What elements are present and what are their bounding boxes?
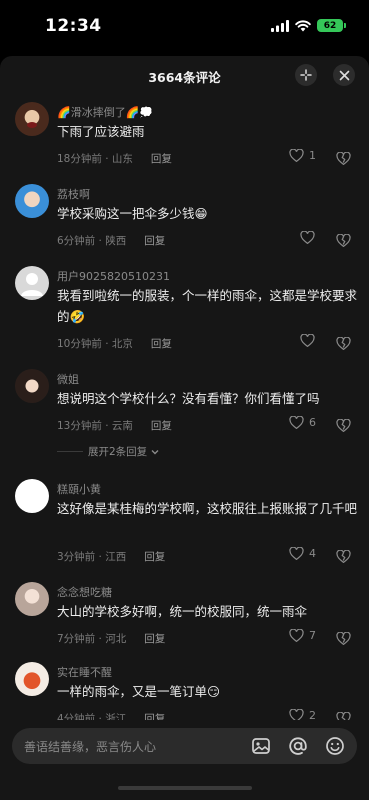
broken-heart-icon — [336, 549, 351, 564]
broken-heart-icon — [336, 418, 351, 433]
comment-meta: 3分钟前 · 江西 回复 — [57, 551, 166, 563]
close-button[interactable] — [333, 64, 355, 86]
like-count: 6 — [309, 416, 316, 429]
comment-meta: 18分钟前 · 山东 回复 — [57, 153, 172, 165]
close-icon — [339, 70, 349, 80]
comment-username[interactable]: 微姐 — [57, 371, 79, 387]
broken-heart-icon — [336, 233, 351, 248]
dislike-button[interactable] — [336, 150, 351, 169]
home-indicator — [118, 786, 252, 790]
comment-username[interactable]: 荔枝啊 — [57, 186, 90, 202]
comment-meta: 10分钟前 · 北京 回复 — [57, 338, 172, 350]
heart-icon — [289, 416, 304, 429]
comment-text: 这好像是某桂梅的学校啊，这校服往上报账报了几千吧 — [57, 501, 358, 516]
heart-icon — [300, 231, 315, 244]
like-button[interactable]: 6 — [289, 416, 316, 429]
avatar[interactable] — [15, 102, 49, 136]
heart-icon — [300, 334, 315, 347]
comment-username[interactable]: 糕頤小黄 — [57, 481, 101, 497]
wifi-icon — [295, 19, 311, 31]
comment-input-placeholder: 善语结善缘，恶言伤人心 — [24, 740, 157, 754]
reply-button[interactable]: 回复 — [144, 551, 165, 563]
broken-heart-icon — [336, 336, 351, 351]
comment-text: 我看到啦统一的服装，个一样的雨伞，这都是学校要求的🤣 — [57, 288, 358, 324]
status-time: 12:34 — [45, 16, 102, 36]
comment-text: 大山的学校多好啊，统一的校服同，统一雨伞 — [57, 604, 308, 619]
dislike-button[interactable] — [336, 417, 351, 436]
reply-button[interactable]: 回复 — [151, 153, 172, 165]
like-button[interactable]: 1 — [289, 149, 316, 162]
expand-divider — [57, 451, 83, 452]
image-icon[interactable] — [250, 735, 272, 757]
comment-location: 河北 — [105, 633, 127, 645]
like-count: 7 — [309, 629, 316, 642]
comment-time: 13分钟前 — [57, 420, 102, 432]
comment-location: 云南 — [111, 420, 133, 432]
comment-meta: 7分钟前 · 河北 回复 — [57, 633, 166, 645]
reply-button[interactable]: 回复 — [151, 338, 172, 350]
comment-location: 江西 — [105, 551, 127, 563]
comment-time: 18分钟前 — [57, 153, 102, 165]
reply-button[interactable]: 回复 — [144, 235, 165, 247]
mention-icon[interactable] — [287, 735, 309, 757]
comment-location: 陕西 — [105, 235, 127, 247]
reply-button[interactable]: 回复 — [151, 420, 172, 432]
status-icons: 62 — [271, 19, 346, 32]
like-button[interactable] — [300, 334, 315, 347]
dislike-button[interactable] — [336, 335, 351, 354]
comment-username[interactable]: 实在睡不醒 — [57, 664, 112, 680]
cellular-signal-icon — [271, 19, 289, 32]
default-avatar-icon — [21, 273, 43, 296]
comment-time: 7分钟前 — [57, 633, 96, 645]
comment-username[interactable]: 🌈滑冰摔倒了🌈💭 — [57, 104, 153, 120]
broken-heart-icon — [336, 631, 351, 646]
heart-icon — [289, 629, 304, 642]
collapse-button[interactable] — [295, 64, 317, 86]
like-count: 1 — [309, 149, 316, 162]
like-button[interactable] — [300, 231, 315, 244]
heart-icon — [289, 149, 304, 162]
sheet-header: 3664条评论 — [0, 56, 369, 94]
comment-input-bar: 善语结善缘，恶言伤人心 — [0, 720, 369, 800]
comment-time: 6分钟前 — [57, 235, 96, 247]
reply-button[interactable]: 回复 — [144, 633, 165, 645]
avatar[interactable] — [15, 266, 49, 300]
avatar[interactable] — [15, 369, 49, 403]
collapse-icon — [300, 69, 312, 81]
avatar[interactable] — [15, 479, 49, 513]
chevron-down-icon — [151, 449, 159, 454]
avatar[interactable] — [15, 582, 49, 616]
comment-meta: 6分钟前 · 陕西 回复 — [57, 235, 166, 247]
heart-icon — [289, 547, 304, 560]
dislike-button[interactable] — [336, 548, 351, 567]
emoji-icon[interactable] — [324, 735, 346, 757]
avatar[interactable] — [15, 184, 49, 218]
comment-sheet: 3664条评论 🌈滑冰摔倒了🌈💭 下雨了应该避雨 18分钟前 · 山东回复 1 — [0, 56, 369, 800]
comment-input[interactable]: 善语结善缘，恶言伤人心 — [12, 728, 357, 764]
like-count: 4 — [309, 547, 316, 560]
comment-text: 下雨了应该避雨 — [57, 124, 145, 139]
status-bar: 12:34 62 — [0, 0, 369, 56]
comment-text: 一样的雨伞，又是一笔订单😏 — [57, 684, 221, 699]
like-button[interactable]: 4 — [289, 547, 316, 560]
dislike-button[interactable] — [336, 232, 351, 251]
comment-text: 想说明这个学校什么？没有看懂？你们看懂了吗 — [57, 391, 320, 406]
expand-replies-button[interactable]: 展开2条回复 — [57, 444, 160, 459]
comment-location: 北京 — [111, 338, 133, 350]
comment-text: 学校采购这一把伞多少钱😁 — [57, 206, 208, 221]
comment-username[interactable]: 用户9025820510231 — [57, 268, 170, 284]
battery-icon: 62 — [317, 19, 346, 32]
comment-time: 3分钟前 — [57, 551, 96, 563]
comment-meta: 13分钟前 · 云南 回复 — [57, 420, 172, 432]
comment-location: 山东 — [111, 153, 133, 165]
comment-time: 10分钟前 — [57, 338, 102, 350]
avatar[interactable] — [15, 662, 49, 696]
expand-replies-label: 展开2条回复 — [88, 446, 148, 458]
broken-heart-icon — [336, 151, 351, 166]
dislike-button[interactable] — [336, 630, 351, 649]
comment-username[interactable]: 念念想吃糖 — [57, 584, 112, 600]
like-button[interactable]: 7 — [289, 629, 316, 642]
